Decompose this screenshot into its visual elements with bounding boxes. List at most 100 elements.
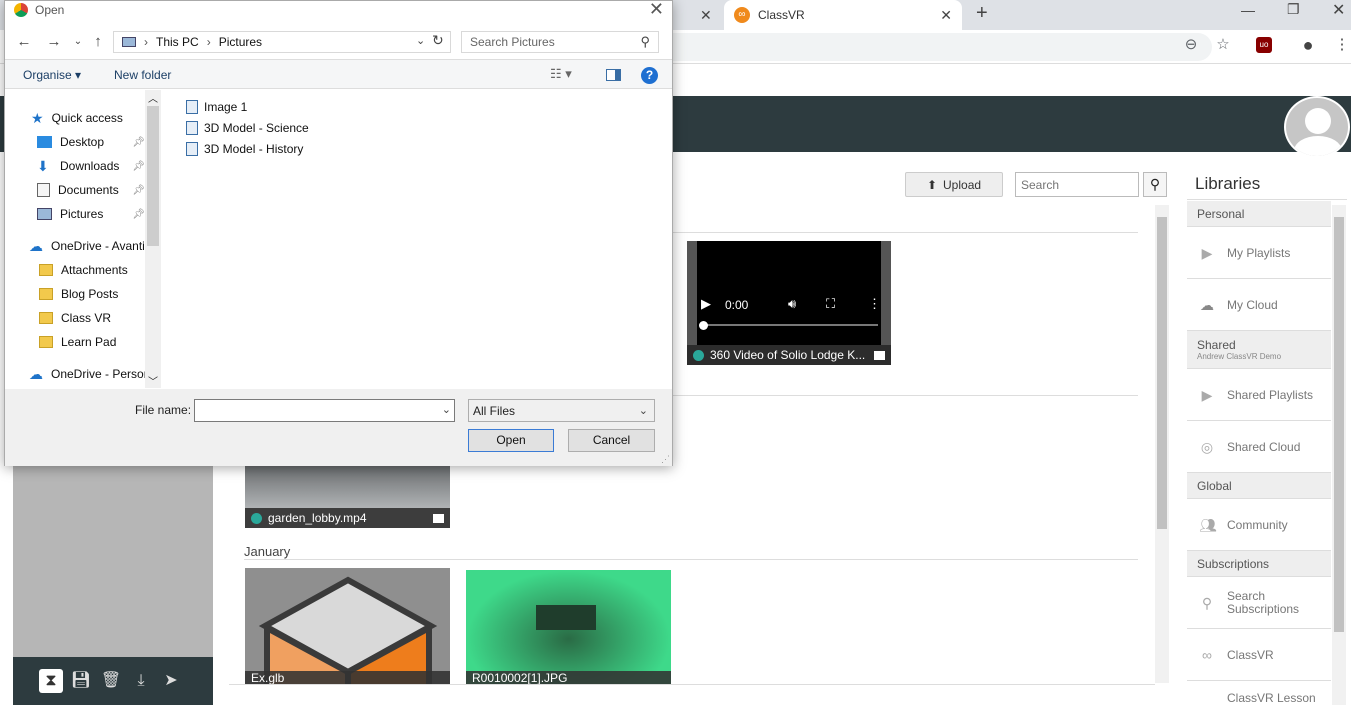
nav-pictures[interactable]: Pictures 📌︎ xyxy=(37,202,145,226)
path-dropdown-icon[interactable]: ⌄ xyxy=(416,34,425,47)
browser-tab-1[interactable]: ✕ xyxy=(672,0,722,30)
nav-desktop[interactable]: Desktop 📌︎ xyxy=(37,130,145,154)
resize-grip-icon[interactable]: ⋰ xyxy=(661,454,670,465)
flag-icon[interactable] xyxy=(433,513,444,523)
back-arrow-icon[interactable]: ← xyxy=(13,31,35,53)
profile-icon[interactable]: ● xyxy=(1298,35,1318,55)
nav-pane-scrollbar[interactable]: ︿ ﹀ xyxy=(145,90,161,388)
library-item-classvr-lesson[interactable]: ClassVR Lesson xyxy=(1187,681,1331,705)
send-icon[interactable]: ➤ xyxy=(159,669,183,693)
refresh-icon[interactable]: ↻ xyxy=(432,32,444,49)
library-search-input[interactable] xyxy=(1015,172,1139,197)
nav-learn-pad[interactable]: Learn Pad xyxy=(39,330,116,354)
volume-icon[interactable]: 🔊︎ xyxy=(788,296,796,312)
shared-cloud-icon: ◎ xyxy=(1200,438,1214,455)
libraries-title: Libraries xyxy=(1187,168,1347,200)
video-scrubber[interactable] xyxy=(699,321,708,330)
library-item-my-cloud[interactable]: ☁ My Cloud xyxy=(1187,279,1331,331)
open-file-dialog: Open ✕ ← → ⌄ ↑ › This PC › Pictures ⌄ ↻ … xyxy=(4,0,673,466)
browser-tab-classvr[interactable]: ∞ ClassVR ✕ xyxy=(724,0,962,30)
nav-downloads[interactable]: ⬇ Downloads 📌︎ xyxy=(37,154,145,178)
media-title: R0010002[1].JPG xyxy=(472,671,568,685)
label-line-1: Search xyxy=(1227,588,1266,603)
video-progress-track[interactable] xyxy=(704,324,878,326)
open-button[interactable]: Open xyxy=(468,429,554,452)
tab-1-close-icon[interactable]: ✕ xyxy=(700,7,712,24)
nav-label: Blog Posts xyxy=(61,287,119,301)
pin-icon[interactable]: 📌︎ xyxy=(132,209,145,220)
window-close-icon[interactable]: ✕ xyxy=(1332,0,1345,20)
file-name-input[interactable]: ⌄ xyxy=(194,399,455,422)
fullscreen-icon[interactable]: ⛶ xyxy=(826,296,835,312)
zoom-icon[interactable]: ⊖ xyxy=(1181,35,1201,55)
preview-pane-icon[interactable] xyxy=(606,69,621,81)
library-item-classvr[interactable]: ∞ ClassVR xyxy=(1187,629,1331,681)
tab-2-close-icon[interactable]: ✕ xyxy=(940,7,952,24)
new-tab-icon[interactable]: + xyxy=(976,2,988,25)
media-card-ex-glb[interactable]: Ex.glb xyxy=(245,568,450,685)
library-item-shared-cloud[interactable]: ◎ Shared Cloud xyxy=(1187,421,1331,473)
dialog-close-icon[interactable]: ✕ xyxy=(649,0,664,19)
breadcrumb[interactable]: › This PC › Pictures ⌄ ↻ xyxy=(113,31,451,53)
bookmark-star-icon[interactable]: ☆ xyxy=(1213,35,1233,55)
scrollbar-thumb[interactable] xyxy=(1334,217,1344,632)
delete-icon[interactable]: 🗑︎ xyxy=(99,669,123,693)
main-scrollbar[interactable] xyxy=(1155,205,1169,683)
scrollbar-thumb[interactable] xyxy=(1157,217,1167,529)
search-icon[interactable]: ⚲ xyxy=(1143,172,1167,197)
file-type-select[interactable]: All Files ⌄ xyxy=(468,399,655,422)
new-folder-button[interactable]: New folder xyxy=(114,68,171,82)
video-menu-icon[interactable]: ⋮ xyxy=(868,296,881,312)
library-item-my-playlists[interactable]: ▶ My Playlists xyxy=(1187,227,1331,279)
nav-attachments[interactable]: Attachments xyxy=(39,258,128,282)
minimize-icon[interactable]: — xyxy=(1241,2,1255,18)
scroll-up-icon[interactable]: ︿ xyxy=(148,90,158,105)
scrollbar-thumb[interactable] xyxy=(147,106,159,246)
nav-onedrive-personal[interactable]: ☁ OneDrive - Persor xyxy=(29,362,148,386)
nav-onedrive-avanti[interactable]: ☁ OneDrive - Avanti xyxy=(29,234,145,258)
file-item-image-1[interactable]: Image 1 xyxy=(186,96,247,117)
nav-blog-posts[interactable]: Blog Posts xyxy=(39,282,118,306)
file-item-3d-model-science[interactable]: 3D Model - Science xyxy=(186,117,309,138)
search-pictures-input[interactable]: Search Pictures ⚲ xyxy=(461,31,659,53)
organise-button[interactable]: Organise ▾ xyxy=(23,68,81,82)
nav-class-vr[interactable]: Class VR xyxy=(39,306,111,330)
restore-icon[interactable]: ❐ xyxy=(1287,1,1300,18)
pin-icon[interactable]: 📌︎ xyxy=(132,137,145,148)
download-icon[interactable]: ⤓ xyxy=(129,669,153,693)
breadcrumb-this-pc[interactable]: This PC xyxy=(156,35,199,49)
library-item-shared-playlists[interactable]: ▶ Shared Playlists xyxy=(1187,369,1331,421)
flag-icon[interactable] xyxy=(874,350,885,360)
browser-menu-icon[interactable]: ⋮ xyxy=(1332,35,1351,55)
up-arrow-icon[interactable]: ↑ xyxy=(87,31,109,53)
file-name-dropdown-icon[interactable]: ⌄ xyxy=(442,403,451,416)
timer-icon[interactable]: ⧗ xyxy=(39,669,63,693)
cloud-icon: ☁ xyxy=(1200,296,1214,313)
library-item-search-subscriptions[interactable]: ⚲ Search Subscriptions xyxy=(1187,577,1331,629)
pin-icon[interactable]: 📌︎ xyxy=(132,161,145,172)
libraries-scrollbar[interactable] xyxy=(1332,205,1346,705)
ublock-extension-icon[interactable]: uo xyxy=(1256,37,1272,53)
nav-quick-access[interactable]: ★ Quick access xyxy=(31,106,123,130)
file-item-3d-model-history[interactable]: 3D Model - History xyxy=(186,138,303,159)
breadcrumb-pictures[interactable]: Pictures xyxy=(219,35,262,49)
address-omnibox[interactable] xyxy=(660,33,1212,61)
media-card-garden-lobby[interactable]: garden_lobby.mp4 xyxy=(245,466,450,528)
folder-icon xyxy=(39,336,53,348)
nav-documents[interactable]: Documents 📌︎ xyxy=(37,178,145,202)
view-options-icon[interactable]: ☷ ▾ xyxy=(550,66,572,82)
upload-button[interactable]: ⬆ Upload xyxy=(905,172,1003,197)
pin-icon[interactable]: 📌︎ xyxy=(132,185,145,196)
cancel-button[interactable]: Cancel xyxy=(568,429,655,452)
media-card-r0010002[interactable]: R0010002[1].JPG xyxy=(466,570,671,685)
media-card-360-video[interactable]: ▶ 0:00 🔊︎ ⛶ ⋮ 360 Video of Solio Lodge K… xyxy=(687,241,891,365)
save-icon[interactable]: 💾︎ xyxy=(69,669,93,693)
user-avatar[interactable] xyxy=(1284,96,1350,158)
scroll-down-icon[interactable]: ﹀ xyxy=(148,373,158,388)
play-icon[interactable]: ▶ xyxy=(701,296,711,312)
forward-arrow-icon[interactable]: → xyxy=(43,31,65,53)
help-icon[interactable]: ? xyxy=(641,67,658,84)
shared-playlist-icon: ▶ xyxy=(1201,386,1213,403)
recent-locations-icon[interactable]: ⌄ xyxy=(67,31,89,53)
library-item-community[interactable]: 👥︎ Community xyxy=(1187,499,1331,551)
